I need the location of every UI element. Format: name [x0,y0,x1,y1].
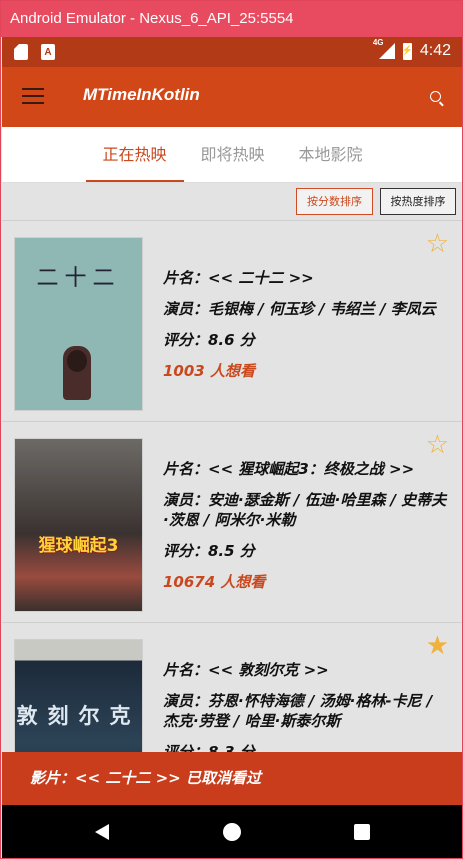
hamburger-icon[interactable] [22,88,44,106]
movie-item[interactable]: 敦刻尔克 ★ 片名：<< 敦刻尔克 >> 演员：芬恩·怀特海德 / 汤姆·格林-… [2,623,462,752]
status-bar: A 4G 4:42 [2,37,462,67]
app-title: MTimeInKotlin [83,85,200,104]
sort-by-score-button[interactable]: 按分数排序 [296,188,373,215]
star-outline-icon[interactable]: ☆ [426,432,449,458]
emulator-frame: Android Emulator - Nexus_6_API_25:5554 A… [0,0,463,859]
poster-title: 敦刻尔克 [16,704,141,728]
movie-item[interactable]: 猩球崛起3 ☆ 片名：<< 猩球崛起3：终极之战 >> 演员：安迪·瑟金斯 / … [2,422,462,623]
movie-name: 片名：<< 猩球崛起3：终极之战 >> [163,460,415,478]
a-notification-icon: A [41,44,55,60]
movie-score: 评分：8.6 分 [163,331,255,349]
app-toolbar: MTimeInKotlin [2,67,462,127]
star-outline-icon[interactable]: ☆ [426,231,449,257]
movie-item[interactable]: 二十二 ☆ 片名：<< 二十二 >> 演员：毛银梅 / 何玉珍 / 韦绍兰 / … [2,221,462,422]
window-title: Android Emulator - Nexus_6_API_25:5554 [1,1,462,37]
movie-name: 片名：<< 二十二 >> [163,269,314,287]
movie-want-count: 1003 人想看 [163,362,255,380]
search-icon[interactable] [430,91,441,102]
movie-score: 评分：8.3 分 [163,743,255,752]
back-icon[interactable] [95,824,109,840]
sort-bar: 按分数排序 按热度排序 [2,183,462,221]
movie-list[interactable]: 二十二 ☆ 片名：<< 二十二 >> 演员：毛银梅 / 何玉珍 / 韦绍兰 / … [2,221,462,752]
star-filled-icon[interactable]: ★ [426,633,449,659]
poster-title: 猩球崛起3 [38,536,119,556]
tab-now-showing[interactable]: 正在热映 [85,127,184,182]
movie-poster[interactable]: 二十二 [14,237,143,411]
movie-want-count: 10674 人想看 [163,573,266,591]
signal-icon: 4G [373,38,395,60]
movie-poster[interactable]: 猩球崛起3 [14,438,143,612]
movie-info: 片名：<< 二十二 >> 演员：毛银梅 / 何玉珍 / 韦绍兰 / 李凤云 评分… [163,268,451,392]
movie-info: 片名：<< 敦刻尔克 >> 演员：芬恩·怀特海德 / 汤姆·格林-卡尼 / 杰克… [163,660,451,752]
poster-title: 二十二 [36,266,121,291]
recents-icon[interactable] [354,824,370,840]
home-icon[interactable] [223,823,241,841]
status-time: 4:42 [419,42,451,59]
tab-coming-soon[interactable]: 即将热映 [184,127,282,182]
movie-info: 片名：<< 猩球崛起3：终极之战 >> 演员：安迪·瑟金斯 / 伍迪·哈里森 /… [163,459,451,603]
tab-local-cinema[interactable]: 本地影院 [282,127,380,182]
tab-bar: 正在热映 即将热映 本地影院 [2,127,462,183]
snackbar-message: 影片：<< 二十二 >> 已取消看过 [2,752,462,805]
movie-actors: 演员：安迪·瑟金斯 / 伍迪·哈里森 / 史蒂夫·茨恩 / 阿米尔·米勒 [163,491,447,529]
navigation-bar [2,805,462,858]
movie-actors: 演员：芬恩·怀特海德 / 汤姆·格林-卡尼 / 杰克·劳登 / 哈里·斯泰尔斯 [163,692,433,730]
poster-figure [63,346,91,400]
movie-actors: 演员：毛银梅 / 何玉珍 / 韦绍兰 / 李凤云 [163,300,436,318]
movie-score: 评分：8.5 分 [163,542,255,560]
battery-icon [402,42,413,60]
sd-card-icon [14,44,28,60]
movie-name: 片名：<< 敦刻尔克 >> [163,661,329,679]
movie-poster[interactable]: 敦刻尔克 [14,639,143,752]
network-type-label: 4G [372,38,384,47]
sort-by-heat-button[interactable]: 按热度排序 [380,188,456,215]
